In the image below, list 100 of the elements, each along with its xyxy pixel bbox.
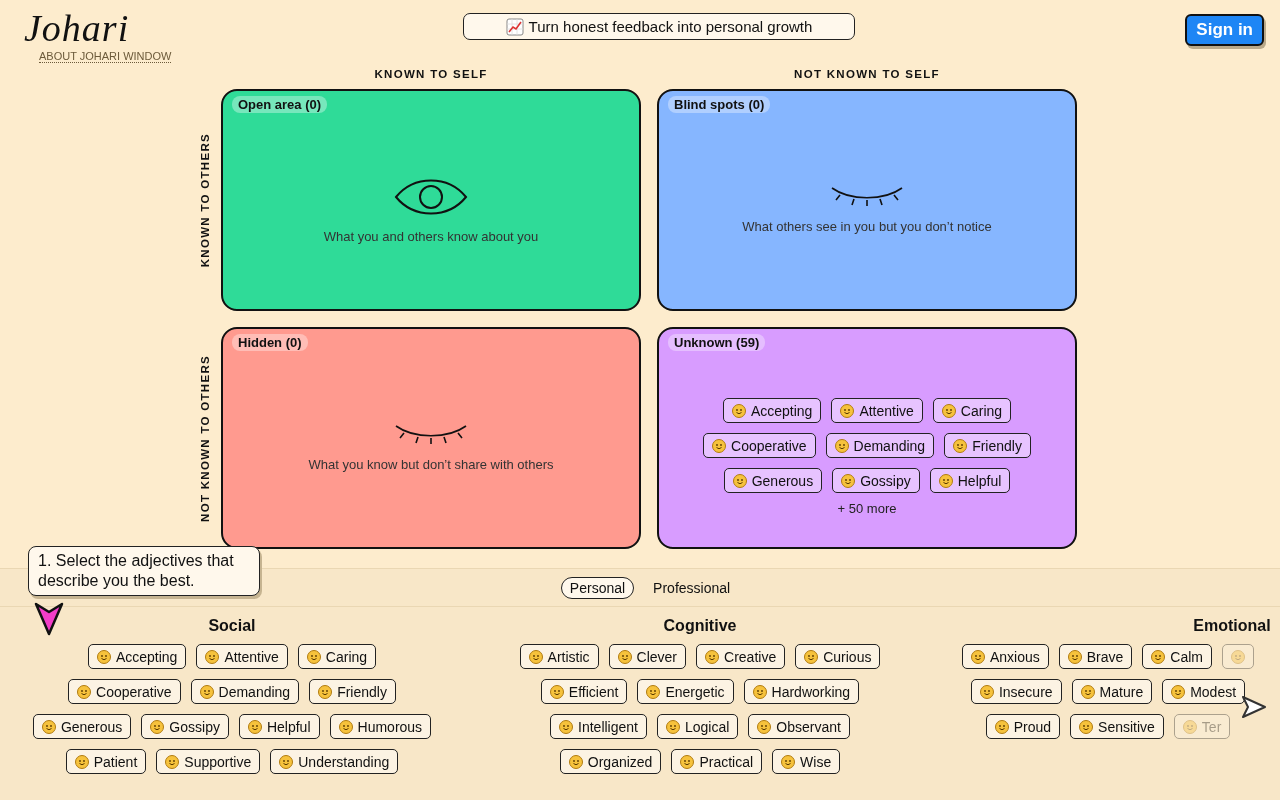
category-heading: Cognitive xyxy=(662,617,738,635)
adjective-chip[interactable]: Organized xyxy=(559,749,662,774)
adjective-chip[interactable]: Artistic xyxy=(519,644,599,669)
closed-eye-icon xyxy=(394,422,468,447)
smiley-icon xyxy=(568,754,583,769)
quadrant-title: Open area (0) xyxy=(232,96,328,113)
smiley-icon xyxy=(646,684,661,699)
smiley-icon xyxy=(781,754,796,769)
smiley-icon xyxy=(1182,719,1197,734)
adjective-chip[interactable]: Gossipy xyxy=(832,468,920,493)
adjective-chip[interactable]: Creative xyxy=(696,644,786,669)
adjective-chip[interactable]: Hardworking xyxy=(743,679,860,704)
smiley-icon xyxy=(732,473,747,488)
smiley-icon xyxy=(834,438,849,453)
adjective-chip[interactable]: Understanding xyxy=(270,749,399,774)
adjective-chip[interactable]: Intelligent xyxy=(550,714,647,739)
arrow-pointer-icon xyxy=(33,601,65,637)
about-link[interactable]: ABOUT JOHARI WINDOW xyxy=(39,50,172,63)
adjective-chip[interactable]: Brave xyxy=(1058,644,1133,669)
smiley-icon xyxy=(559,719,574,734)
adjective-chip[interactable]: Observant xyxy=(748,714,850,739)
smiley-icon xyxy=(841,473,856,488)
quadrant-caption: What you know but don’t share with others xyxy=(308,456,554,472)
smiley-icon xyxy=(840,403,855,418)
smiley-icon xyxy=(757,719,772,734)
hint-tooltip: 1. Select the adjectives that describe you the best. xyxy=(28,546,260,596)
smiley-icon xyxy=(1067,649,1082,664)
smiley-icon xyxy=(199,684,214,699)
adjective-chip[interactable]: Logical xyxy=(657,714,739,739)
row-heading: NOT KNOWN TO OTHERS xyxy=(199,354,211,522)
adjective-chip[interactable]: Generous xyxy=(32,714,132,739)
smiley-icon xyxy=(1079,719,1094,734)
smiley-icon xyxy=(680,754,695,769)
adjective-chip[interactable]: Helpful xyxy=(238,714,320,739)
smiley-icon xyxy=(804,649,819,664)
adjective-chip[interactable]: Attentive xyxy=(831,398,923,423)
adjective-chip[interactable]: Helpful xyxy=(929,468,1011,493)
adjective-chip[interactable]: Gossipy xyxy=(141,714,229,739)
smiley-icon xyxy=(941,403,956,418)
adjective-chip[interactable]: Energetic xyxy=(637,679,734,704)
adjective-chip[interactable]: Wise xyxy=(772,749,841,774)
smiley-icon xyxy=(938,473,953,488)
adjective-chip[interactable]: Accepting xyxy=(722,398,822,423)
adjective-chip[interactable]: Demanding xyxy=(190,679,300,704)
adjective-chip[interactable]: Proud xyxy=(985,714,1061,739)
smiley-icon xyxy=(247,719,262,734)
adjective-chip[interactable]: Attentive xyxy=(196,644,288,669)
smiley-icon xyxy=(549,684,564,699)
smiley-icon xyxy=(96,649,111,664)
adjective-chip[interactable]: Cooperative xyxy=(703,433,816,458)
column-heading: NOT KNOWN TO SELF xyxy=(793,67,941,81)
adjective-chip[interactable]: Insecure xyxy=(970,679,1062,704)
adjective-chip[interactable]: Patient xyxy=(65,749,147,774)
adjective-chip[interactable]: Efficient xyxy=(540,679,628,704)
adjective-chip[interactable]: Demanding xyxy=(825,433,935,458)
smiley-icon xyxy=(306,649,321,664)
adjective-chip[interactable]: Sensitive xyxy=(1070,714,1164,739)
adjective-chip[interactable]: Clever xyxy=(608,644,687,669)
adjective-chip[interactable]: Caring xyxy=(297,644,377,669)
adjective-chip[interactable]: Calm xyxy=(1142,644,1213,669)
smiley-icon xyxy=(979,684,994,699)
adjective-chip[interactable]: Supportive xyxy=(156,749,261,774)
smiley-icon xyxy=(338,719,353,734)
smiley-icon xyxy=(150,719,165,734)
adjective-chip[interactable]: Cooperative xyxy=(68,679,181,704)
quadrant-caption: What you and others know about you xyxy=(323,228,539,244)
quadrant-title: Hidden (0) xyxy=(232,334,308,351)
smiley-icon xyxy=(666,719,680,734)
tagline-banner: Turn honest feedback into personal growth xyxy=(463,13,855,40)
row-heading: KNOWN TO OTHERS xyxy=(199,132,211,268)
adjective-chip[interactable]: Caring xyxy=(932,398,1012,423)
smiley-icon xyxy=(705,649,720,664)
smiley-icon xyxy=(1080,684,1095,699)
adjective-chip[interactable]: Curious xyxy=(795,644,881,669)
tab[interactable]: Personal xyxy=(560,576,635,599)
quadrant-title: Blind spots (0) xyxy=(668,96,771,113)
sign-in-button[interactable]: Sign in xyxy=(1185,14,1264,46)
smiley-icon xyxy=(528,649,543,664)
adjective-chip[interactable]: Anxious xyxy=(961,644,1049,669)
smiley-icon xyxy=(77,684,92,699)
adjective-chip[interactable]: Friendly xyxy=(309,679,396,704)
smiley-icon xyxy=(1171,684,1186,699)
adjective-chip[interactable]: Practical xyxy=(671,749,763,774)
tab[interactable]: Professional xyxy=(644,576,740,599)
more-count[interactable]: + 50 more xyxy=(837,501,897,516)
closed-eye-icon xyxy=(830,184,904,209)
smiley-icon xyxy=(617,649,632,664)
logo[interactable]: Johari xyxy=(24,8,172,48)
adjective-chip[interactable]: Friendly xyxy=(944,433,1031,458)
adjective-chip[interactable]: Generous xyxy=(723,468,823,493)
category-heading: Emotional xyxy=(1192,617,1272,635)
smiley-icon xyxy=(1231,649,1246,664)
adjective-chip[interactable]: Modest xyxy=(1162,679,1246,704)
smiley-icon xyxy=(74,754,89,769)
smiley-icon xyxy=(165,754,180,769)
adjective-chip[interactable] xyxy=(1222,644,1255,669)
smiley-icon xyxy=(970,649,985,664)
adjective-chip[interactable]: Mature xyxy=(1071,679,1153,704)
adjective-chip[interactable]: Accepting xyxy=(87,644,187,669)
adjective-chip[interactable]: Humorous xyxy=(329,714,432,739)
